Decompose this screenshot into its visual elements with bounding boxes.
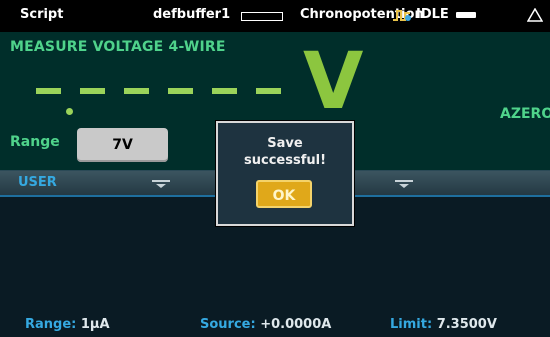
reading-digit-dash [168, 88, 193, 94]
range-button[interactable]: 7V [77, 128, 168, 162]
reading-digit-dash [256, 88, 281, 94]
source-level-readout[interactable]: Source: +0.0000A [200, 317, 331, 332]
dialog-message-line2: successful! [244, 153, 326, 168]
reading-digit-dash [36, 88, 61, 94]
expand-caret-icon[interactable] [152, 180, 170, 188]
reading-digit-dash [212, 88, 237, 94]
source-limit-label: Limit: [390, 317, 433, 332]
script-indicator[interactable]: Script [20, 7, 63, 22]
reading-display [36, 62, 298, 122]
source-range-value: 1μA [80, 317, 110, 332]
warning-icon[interactable] [527, 8, 543, 22]
trigger-icon[interactable] [392, 8, 412, 22]
buffer-fill-bar[interactable] [241, 12, 283, 21]
reading-decimal-point [66, 108, 73, 115]
source-limit-value: 7.3500V [436, 317, 497, 332]
source-limit-readout[interactable]: Limit: 7.3500V [390, 317, 497, 332]
system-state[interactable]: IDLE [416, 7, 449, 22]
source-level-label: Source: [200, 317, 256, 332]
azero-indicator: AZERO [500, 106, 550, 122]
ok-button[interactable]: OK [256, 180, 312, 208]
source-level-value: +0.0000A [260, 317, 332, 332]
source-range-readout[interactable]: Range: 1μA [25, 317, 110, 332]
instrument-screen: Script defbuffer1 Chronopotention IDLE M… [0, 0, 550, 337]
tab-user[interactable]: USER [18, 175, 57, 190]
dialog-message: Save successful! [218, 135, 352, 169]
expand-caret-icon[interactable] [395, 180, 413, 188]
buffer-name[interactable]: defbuffer1 [153, 7, 230, 22]
save-success-dialog: Save successful! OK [216, 121, 354, 226]
range-label: Range [10, 134, 60, 150]
source-range-label: Range: [25, 317, 77, 332]
status-bar: Script defbuffer1 Chronopotention IDLE [0, 0, 550, 30]
reading-unit: V [303, 37, 364, 127]
reading-digit-dash [124, 88, 149, 94]
measure-function-title: MEASURE VOLTAGE 4-WIRE [10, 39, 226, 55]
dialog-message-line1: Save [267, 136, 303, 151]
reading-digit-dash [80, 88, 105, 94]
battery-icon [456, 12, 476, 18]
